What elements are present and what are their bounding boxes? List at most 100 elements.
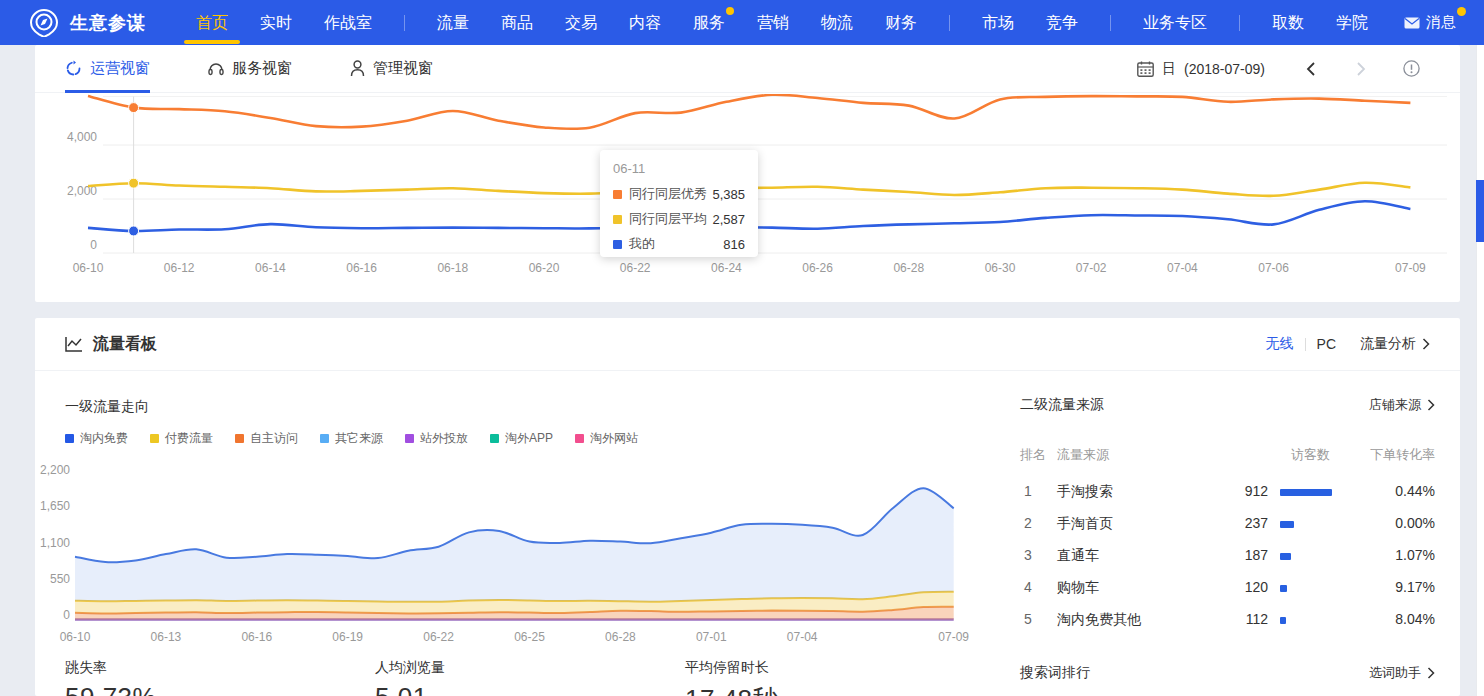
svg-text:06-22: 06-22 (423, 630, 454, 644)
nav-item-物流[interactable]: 物流 (821, 0, 853, 45)
svg-text:06-14: 06-14 (255, 261, 286, 275)
svg-text:06-30: 06-30 (985, 261, 1016, 275)
traffic-source-row[interactable]: 5淘内免费其他1128.04% (1020, 611, 1435, 631)
nav-item-取数[interactable]: 取数 (1272, 0, 1304, 45)
legend-item-淘外APP[interactable]: 淘外APP (490, 430, 553, 447)
date-picker[interactable]: 日 (2018-07-09) (1137, 60, 1265, 78)
legend-item-付费流量[interactable]: 付费流量 (150, 430, 213, 447)
tab-management-view[interactable]: 管理视窗 (350, 45, 433, 93)
traffic-source-row[interactable]: 2手淘首页2370.00% (1020, 515, 1435, 535)
info-icon[interactable] (1403, 60, 1420, 77)
envelope-icon (1404, 17, 1420, 29)
table-header: 排名 流量来源 访客数 下单转化率 (1020, 446, 1435, 464)
nav-item-市场[interactable]: 市场 (982, 0, 1014, 45)
svg-text:07-04: 07-04 (787, 630, 818, 644)
word-helper-link[interactable]: 选词助手 (1369, 664, 1435, 682)
wireless-toggle[interactable]: 无线 (1266, 335, 1294, 353)
nav-item-业务专区[interactable]: 业务专区 (1143, 0, 1207, 45)
nav-item-实时[interactable]: 实时 (260, 0, 292, 45)
chevron-right-icon (1422, 338, 1430, 350)
svg-text:06-16: 06-16 (346, 261, 377, 275)
traffic-analysis-link[interactable]: 流量分析 (1360, 335, 1430, 353)
divider (1305, 338, 1306, 351)
svg-text:06-10: 06-10 (73, 261, 104, 275)
svg-text:06-26: 06-26 (802, 261, 833, 275)
calendar-icon (1137, 61, 1154, 77)
pc-toggle[interactable]: PC (1317, 336, 1336, 352)
legend-item-淘外网站[interactable]: 淘外网站 (575, 430, 638, 447)
nav-item-流量[interactable]: 流量 (437, 0, 469, 45)
traffic-board-title: 流量看板 (65, 334, 157, 355)
traffic-board-card: 流量看板 无线 PC 流量分析 一级流量走向 淘内免费 付费流量 自主访问 其它来源 站… (35, 318, 1460, 696)
view-tabbar: 运营视窗 服务视窗 管理视窗 (35, 45, 1460, 93)
tooltip-row: 我的816 (613, 235, 745, 253)
traffic-source-row[interactable]: 1手淘搜索9120.44% (1020, 483, 1435, 503)
nav-item-财务[interactable]: 财务 (885, 0, 917, 45)
traffic-source-row[interactable]: 3直通车1871.07% (1020, 547, 1435, 567)
divider (1110, 15, 1111, 31)
scrollbar-thumb[interactable] (1476, 180, 1484, 242)
tab-service-view[interactable]: 服务视窗 (208, 45, 292, 93)
headset-icon (208, 60, 224, 77)
svg-text:07-04: 07-04 (1167, 261, 1198, 275)
svg-text:07-06: 07-06 (1258, 261, 1289, 275)
svg-text:07-09: 07-09 (938, 630, 969, 644)
nav-item-商品[interactable]: 商品 (501, 0, 533, 45)
svg-text:07-09: 07-09 (1395, 261, 1426, 275)
next-date-button[interactable] (1356, 61, 1367, 77)
svg-text:06-28: 06-28 (893, 261, 924, 275)
nav-item-交易[interactable]: 交易 (565, 0, 597, 45)
person-icon (350, 60, 365, 77)
svg-text:07-01: 07-01 (696, 630, 727, 644)
new-badge-dot (726, 7, 734, 15)
top-navbar: 生意参谋 首页实时作战室 流量商品交易内容服务营销物流财务 市场竞争 业务专区 取数学院… (0, 0, 1484, 45)
line-chart-icon (65, 336, 83, 352)
svg-text:1,100: 1,100 (40, 536, 70, 550)
sync-icon (65, 60, 82, 77)
nav-message[interactable]: 消息 (1404, 13, 1456, 32)
stat-人均浏览量: 人均浏览量5.01 (375, 659, 445, 696)
divider (404, 15, 405, 31)
svg-text:550: 550 (50, 572, 70, 586)
legend-item-淘内免费[interactable]: 淘内免费 (65, 430, 128, 447)
traffic-source-row[interactable]: 4购物车1209.17% (1020, 579, 1435, 599)
brand[interactable]: 生意参谋 (30, 9, 146, 37)
svg-text:0: 0 (90, 238, 97, 252)
scrollbar-track[interactable] (1476, 45, 1484, 696)
stat-平均停留时长: 平均停留时长17.48秒 (685, 659, 779, 696)
svg-text:4,000: 4,000 (67, 130, 97, 144)
brand-title: 生意参谋 (70, 11, 146, 35)
tab-operation-view[interactable]: 运营视窗 (65, 45, 150, 93)
nav-item-营销[interactable]: 营销 (757, 0, 789, 45)
prev-date-button[interactable] (1305, 61, 1316, 77)
nav-item-首页[interactable]: 首页 (196, 0, 228, 45)
legend-item-其它来源[interactable]: 其它来源 (320, 430, 383, 447)
tooltip-row: 同行同层优秀5,385 (613, 185, 745, 203)
tooltip-date: 06-11 (613, 161, 745, 176)
legend-item-自主访问[interactable]: 自主访问 (235, 430, 298, 447)
message-badge-dot (1457, 7, 1466, 16)
nav-item-竞争[interactable]: 竞争 (1046, 0, 1078, 45)
svg-text:1,650: 1,650 (40, 499, 70, 513)
nav-item-服务[interactable]: 服务 (693, 0, 725, 45)
nav-item-学院[interactable]: 学院 (1336, 0, 1368, 45)
svg-text:06-24: 06-24 (711, 261, 742, 275)
svg-text:06-12: 06-12 (164, 261, 195, 275)
scrollbar (1460, 45, 1484, 696)
stat-跳失率: 跳失率59.73% (65, 659, 156, 696)
nav-item-内容[interactable]: 内容 (629, 0, 661, 45)
nav-item-作战室[interactable]: 作战室 (324, 0, 372, 45)
svg-text:06-10: 06-10 (60, 630, 91, 644)
nav-message-label: 消息 (1426, 13, 1456, 32)
svg-text:06-19: 06-19 (332, 630, 363, 644)
primary-traffic-title: 一级流量走向 (65, 398, 149, 416)
legend-item-站外投放[interactable]: 站外投放 (405, 430, 468, 447)
svg-text:0: 0 (63, 608, 70, 622)
traffic-area-chart[interactable]: 05501,1001,6502,20006-1006-1306-1606-190… (35, 458, 1020, 658)
shop-source-link[interactable]: 店铺来源 (1369, 396, 1435, 414)
svg-text:06-28: 06-28 (605, 630, 636, 644)
tab-label: 运营视窗 (90, 59, 150, 78)
date-value: (2018-07-09) (1184, 61, 1265, 77)
chevron-right-icon (1427, 667, 1435, 679)
tooltip-row: 同行同层平均2,587 (613, 210, 745, 228)
